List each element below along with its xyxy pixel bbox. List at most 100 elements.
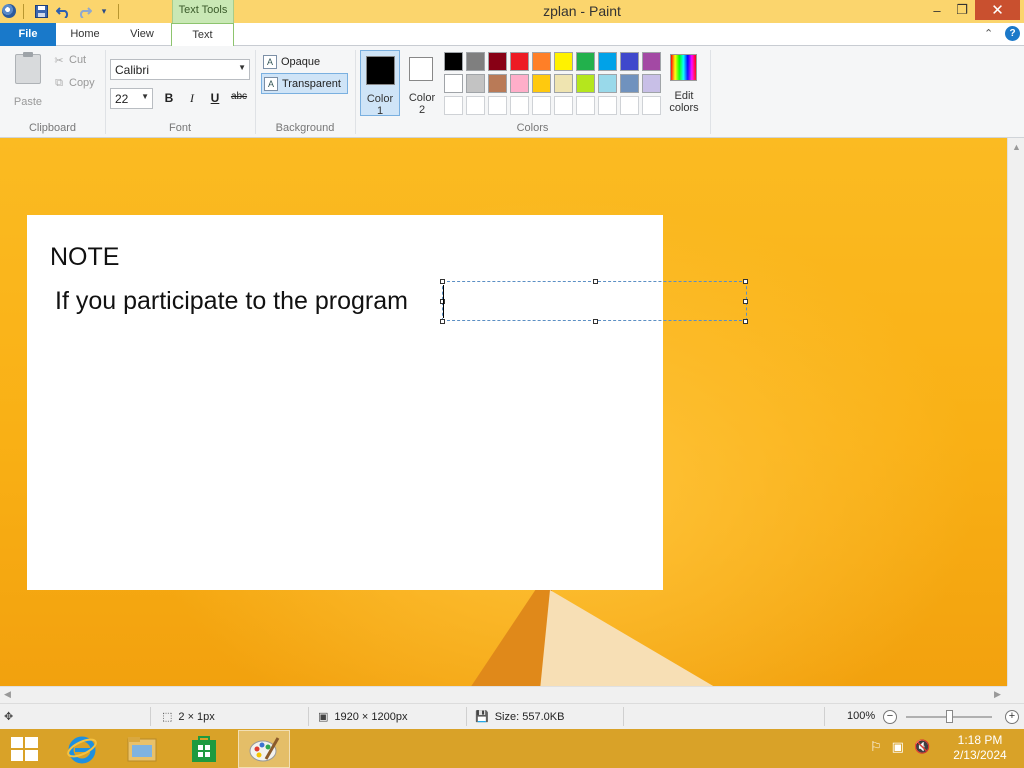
scroll-left-icon[interactable]: ◀ xyxy=(4,689,11,700)
image-size-value: 1920 × 1200px xyxy=(334,710,408,723)
clock-time: 1:18 PM xyxy=(957,733,1003,747)
palette-swatch[interactable] xyxy=(642,74,661,93)
zoom-level: 100% xyxy=(847,710,875,722)
tab-view[interactable]: View xyxy=(114,23,170,46)
resize-handle[interactable] xyxy=(593,279,598,284)
palette-swatch[interactable] xyxy=(554,96,573,115)
text-input-box[interactable] xyxy=(440,279,748,324)
taskbar-clock[interactable]: 1:18 PM 2/13/2024 xyxy=(944,733,1016,763)
font-size-select[interactable]: 22 ▼ xyxy=(110,88,153,109)
resize-handle[interactable] xyxy=(440,279,445,284)
palette-swatch[interactable] xyxy=(532,74,551,93)
minimize-button[interactable]: – xyxy=(925,0,949,20)
horizontal-scrollbar[interactable]: ◀ ▶ xyxy=(0,686,1007,703)
selection-icon: ⬚ xyxy=(162,711,173,723)
palette-swatch[interactable] xyxy=(466,52,485,71)
edit-colors-button[interactable]: Edit colors xyxy=(667,52,701,116)
note-body-text: If you participate to the program xyxy=(55,287,408,315)
palette-swatch[interactable] xyxy=(510,52,529,71)
restore-button[interactable]: ❐ xyxy=(950,0,974,20)
font-group-label: Font xyxy=(168,122,191,134)
disk-icon: 💾 xyxy=(475,711,489,723)
resize-handle[interactable] xyxy=(440,319,445,324)
network-icon[interactable]: ▣ xyxy=(892,739,904,755)
zoom-level-value: 100% xyxy=(847,710,876,722)
palette-swatch[interactable] xyxy=(466,74,485,93)
tab-file[interactable]: File xyxy=(0,23,56,46)
underline-button[interactable]: U xyxy=(206,91,224,107)
selection-size-value: 2 × 1px xyxy=(178,710,215,723)
palette-swatch[interactable] xyxy=(620,96,639,115)
palette-swatch[interactable] xyxy=(488,74,507,93)
zoom-slider-thumb[interactable] xyxy=(946,710,953,723)
resize-handle[interactable] xyxy=(743,319,748,324)
transparent-label: Transparent xyxy=(282,77,341,90)
start-button[interactable] xyxy=(10,736,39,762)
opaque-option[interactable]: A Opaque xyxy=(261,51,348,72)
tab-home[interactable]: Home xyxy=(56,23,114,46)
taskbar-store[interactable] xyxy=(178,730,230,768)
action-center-flag-icon[interactable]: ⚐ xyxy=(870,739,882,755)
font-family-select[interactable]: Calibri ▼ xyxy=(110,59,250,80)
taskbar-paint[interactable] xyxy=(238,730,290,768)
zoom-out-button[interactable]: − xyxy=(883,710,897,724)
paste-button[interactable]: Paste xyxy=(8,52,48,108)
palette-swatch[interactable] xyxy=(510,74,529,93)
taskbar-file-explorer[interactable] xyxy=(116,730,168,768)
palette-swatch[interactable] xyxy=(620,74,639,93)
palette-swatch[interactable] xyxy=(444,96,463,115)
palette-swatch[interactable] xyxy=(466,96,485,115)
palette-swatch[interactable] xyxy=(598,74,617,93)
italic-button[interactable]: I xyxy=(183,91,201,107)
note-title-text: NOTE xyxy=(50,243,120,271)
canvas-workspace[interactable]: NOTE If you participate to the program xyxy=(0,138,1007,686)
color2-button[interactable]: Color 2 xyxy=(402,50,442,116)
scrollbar-corner xyxy=(1007,686,1024,703)
window-title: zplan - Paint xyxy=(543,3,621,19)
zoom-in-button[interactable]: + xyxy=(1005,710,1019,724)
transparent-option[interactable]: A Transparent xyxy=(261,73,348,94)
palette-swatch[interactable] xyxy=(444,52,463,71)
vertical-scrollbar[interactable]: ▲ xyxy=(1007,138,1024,686)
palette-swatch[interactable] xyxy=(554,74,573,93)
collapse-ribbon-icon[interactable]: ⌃ xyxy=(984,27,993,40)
palette-swatch[interactable] xyxy=(576,52,595,71)
tab-text[interactable]: Text xyxy=(171,23,234,47)
palette-swatch[interactable] xyxy=(444,74,463,93)
palette-swatch[interactable] xyxy=(554,52,573,71)
color2-label: Color 2 xyxy=(408,92,436,116)
palette-swatch[interactable] xyxy=(510,96,529,115)
scroll-right-icon[interactable]: ▶ xyxy=(994,689,1001,700)
edit-colors-label: Edit colors xyxy=(669,90,699,114)
scissors-icon: ✂ xyxy=(54,54,64,67)
resize-handle[interactable] xyxy=(743,299,748,304)
volume-muted-icon[interactable]: 🔇 xyxy=(914,739,930,755)
store-bag-icon xyxy=(192,736,216,762)
palette-swatch[interactable] xyxy=(488,52,507,71)
internet-explorer-icon xyxy=(67,736,97,764)
color1-button[interactable]: Color 1 xyxy=(360,50,400,117)
palette-swatch[interactable] xyxy=(532,52,551,71)
bold-button[interactable]: B xyxy=(160,91,178,107)
background-fold-shape xyxy=(540,590,720,686)
palette-swatch[interactable] xyxy=(642,96,661,115)
close-button[interactable]: ✕ xyxy=(975,0,1020,20)
ribbon-tabs: File Home View Text ⌃ ? xyxy=(0,23,1024,47)
palette-swatch[interactable] xyxy=(576,96,595,115)
palette-swatch[interactable] xyxy=(488,96,507,115)
palette-swatch[interactable] xyxy=(620,52,639,71)
palette-swatch[interactable] xyxy=(598,96,617,115)
palette-swatch[interactable] xyxy=(598,52,617,71)
palette-swatch[interactable] xyxy=(576,74,595,93)
taskbar-internet-explorer[interactable] xyxy=(56,730,108,768)
resize-handle[interactable] xyxy=(743,279,748,284)
help-icon[interactable]: ? xyxy=(1005,26,1020,41)
scroll-up-icon[interactable]: ▲ xyxy=(1012,142,1021,152)
copy-button[interactable]: ⧉ Copy xyxy=(53,77,95,90)
palette-swatch[interactable] xyxy=(642,52,661,71)
palette-swatch[interactable] xyxy=(532,96,551,115)
colors-group-label: Colors xyxy=(516,122,549,134)
resize-handle[interactable] xyxy=(593,319,598,324)
cut-button[interactable]: ✂ Cut xyxy=(53,54,86,67)
strikethrough-button[interactable]: abc xyxy=(229,91,249,107)
